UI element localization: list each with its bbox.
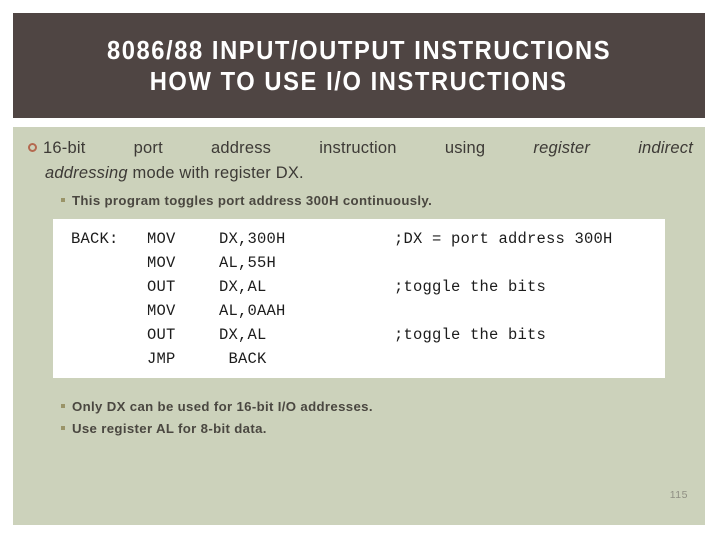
slide: 8086/88 INPUT/OUTPUT INSTRUCTIONS HOW TO… — [0, 0, 720, 540]
code-row: MOV AL,0AAH — [71, 302, 654, 326]
code-comment: ;toggle the bits — [394, 326, 547, 344]
code-mnemonic: OUT — [147, 278, 176, 296]
circle-outline-bullet-icon — [28, 143, 37, 152]
slide-title-band: 8086/88 INPUT/OUTPUT INSTRUCTIONS HOW TO… — [13, 13, 705, 118]
bullet-primary-text-italic: register indirect — [533, 139, 693, 157]
code-row: OUT DX,AL ;toggle the bits — [71, 326, 654, 350]
code-comment: ;DX = port address 300H — [394, 230, 613, 248]
sub-bullet-program-description-label: This program toggles port address 300H c… — [72, 193, 433, 208]
slide-title-line-1: 8086/88 INPUT/OUTPUT INSTRUCTIONS — [106, 36, 612, 65]
code-mnemonic: MOV — [147, 302, 176, 320]
code-label — [71, 278, 147, 302]
page-number: 115 — [669, 489, 688, 501]
code-mnemonic: MOV — [147, 230, 176, 248]
slide-title-line-2: HOW TO USE I/O INSTRUCTIONS — [150, 67, 568, 96]
code-comment — [394, 254, 654, 278]
code-label — [71, 350, 147, 374]
code-comment — [394, 350, 654, 374]
code-operands: DX,AL — [219, 278, 267, 296]
sub-bullet-note-2-label: Use register AL for 8-bit data. — [72, 421, 267, 436]
code-row: JMP BACK — [71, 350, 654, 374]
bullet-primary-text-regular: 16-bit port address instruction using — [43, 139, 486, 157]
sub-bullet-note-1-label: Only DX can be used for 16-bit I/O addre… — [72, 399, 373, 414]
code-mnemonic: MOV — [147, 254, 176, 272]
square-bullet-icon — [61, 404, 65, 408]
code-comment: ;toggle the bits — [394, 278, 547, 296]
code-operands: DX,AL — [219, 326, 267, 344]
code-operands: DX,300H — [219, 230, 286, 248]
code-row: MOV AL,55H — [71, 254, 654, 278]
sub-bullet-note-2: Use register AL for 8-bit data. — [61, 419, 267, 439]
code-row: BACK: MOV DX,300H ;DX = port address 300… — [71, 230, 654, 254]
bullet-primary-line-1: 16-bit port address instruction using re… — [28, 136, 693, 161]
sub-bullet-note-1: Only DX can be used for 16-bit I/O addre… — [61, 397, 373, 417]
code-mnemonic: OUT — [147, 326, 176, 344]
square-bullet-icon — [61, 426, 65, 430]
bullet-item-primary: 16-bit port address instruction using re… — [28, 136, 693, 186]
code-operands: AL,55H — [219, 254, 277, 272]
bullet-primary-line-2: addressing mode with register DX. — [28, 161, 693, 186]
slide-body-panel: 16-bit port address instruction using re… — [13, 127, 705, 525]
square-bullet-icon — [61, 198, 65, 202]
sub-bullet-program-description: This program toggles port address 300H c… — [61, 191, 432, 211]
code-label: BACK: — [71, 230, 119, 248]
bullet-primary-line2-regular: mode with register DX. — [127, 164, 304, 182]
code-listing-body: BACK: MOV DX,300H ;DX = port address 300… — [71, 230, 654, 374]
code-mnemonic: JMP — [147, 350, 176, 368]
code-label — [71, 326, 147, 350]
code-comment — [394, 302, 654, 326]
code-listing-table: BACK: MOV DX,300H ;DX = port address 300… — [71, 230, 654, 374]
code-listing-figure: BACK: MOV DX,300H ;DX = port address 300… — [53, 219, 665, 378]
code-operands: AL,0AAH — [219, 302, 286, 320]
code-row: OUT DX,AL ;toggle the bits — [71, 278, 654, 302]
code-label — [71, 254, 147, 278]
bullet-primary-line2-italic: addressing — [45, 164, 128, 182]
code-label — [71, 302, 147, 326]
code-operands: BACK — [219, 350, 267, 368]
